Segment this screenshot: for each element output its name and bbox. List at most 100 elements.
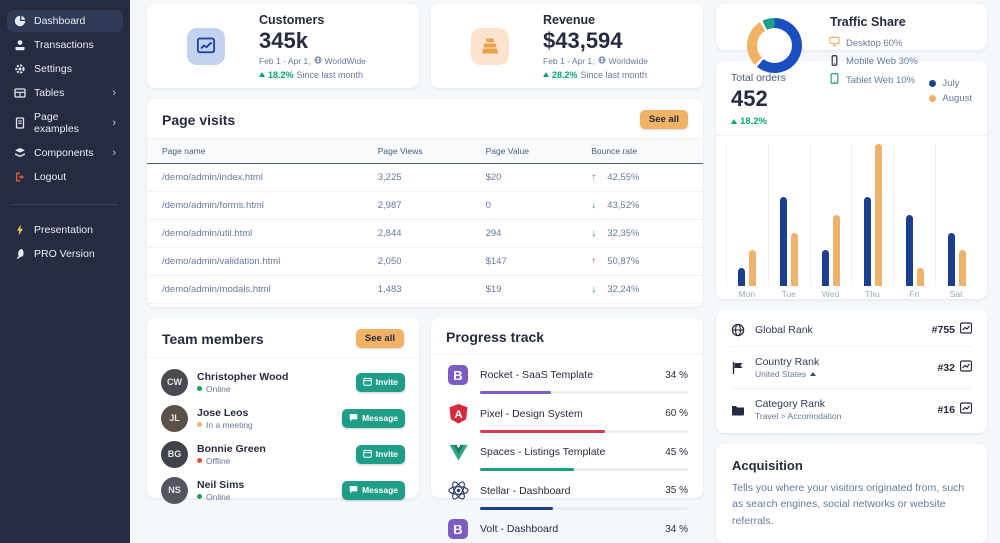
total-orders-title: Total orders: [731, 72, 786, 85]
bar: [780, 197, 788, 287]
team-member-row: NS Neil Sims Online Message: [161, 472, 405, 508]
stat-title: Revenue: [543, 12, 596, 27]
bar: [863, 197, 871, 287]
invite-button[interactable]: Invite: [355, 444, 405, 464]
pie-chart-icon: [14, 15, 26, 27]
status-dot-icon: [197, 458, 202, 463]
sidebar-item-dashboard[interactable]: Dashboard: [7, 10, 123, 32]
page-name-cell: /demo/admin/index.html: [147, 163, 378, 192]
rank-value: #32: [937, 361, 955, 374]
legend-item: August: [929, 93, 972, 104]
message-button[interactable]: Message: [342, 480, 405, 500]
total-orders-card: Total orders 452 18.2% July August Mon Tue…: [716, 61, 987, 300]
team-members-title: Team members: [162, 330, 264, 347]
sidebar-item-presentation[interactable]: Presentation: [7, 219, 123, 241]
globe-icon: [731, 323, 745, 337]
bar: [916, 268, 924, 287]
sidebar-item-logout[interactable]: Logout: [7, 166, 123, 188]
sidebar-item-label: Transactions: [34, 39, 94, 51]
sidebar-item-page-examples[interactable]: Page examples ›: [7, 106, 123, 140]
bounce-rate-cell: ↑ 50,87%: [591, 247, 703, 276]
progress-label: Stellar - Dashboard: [480, 484, 571, 497]
bar-group: [935, 144, 977, 287]
globe-icon: [597, 55, 606, 66]
folder-icon: [731, 403, 745, 417]
rocket-icon: [14, 248, 26, 260]
bounce-rate-cell: ↓ 32,24%: [591, 275, 703, 304]
stat-value: $43,594: [543, 27, 623, 53]
sidebar-item-pro-version[interactable]: PRO Version: [7, 243, 123, 265]
stat-change: 18.2% Since last month: [259, 70, 366, 80]
sidebar-item-tables[interactable]: Tables ›: [7, 82, 123, 104]
customers-card: Customers 345k Feb 1 - Apr 1, WorldWide …: [147, 4, 419, 88]
progress-label: Pixel - Design System: [480, 407, 583, 420]
traffic-legend-item: Desktop 60%: [829, 36, 918, 50]
team-member-row: CW Christopher Wood Online Invite: [161, 364, 405, 400]
see-all-button[interactable]: See all: [639, 110, 688, 129]
stats-chart-icon[interactable]: [959, 360, 973, 375]
table-icon: [14, 87, 26, 99]
logout-icon: [14, 171, 26, 183]
bounce-rate-cell: ↑ 42,55%: [591, 163, 703, 192]
document-icon: [14, 117, 26, 129]
member-name: Jose Leos: [197, 406, 249, 419]
traffic-legend: Desktop 60% Mobile Web 30% Tablet Web 10%: [829, 36, 918, 87]
bar: [738, 268, 746, 287]
progress-percent: 34 %: [665, 369, 688, 381]
status-dot-icon: [197, 422, 202, 427]
progress-row: Stellar - Dashboard 35 %: [446, 479, 688, 510]
calendar-icon: [363, 377, 372, 388]
bounce-rate-cell: ↓ 43,52%: [591, 191, 703, 220]
sidebar-item-label: Logout: [34, 171, 67, 183]
progress-row: B Rocket - SaaS Template 34 %: [446, 363, 688, 394]
stat-change: 28.2% Since last month: [543, 70, 648, 80]
table-row: /demo/admin/modals.html 1,483 $19 ↓ 32,24…: [147, 275, 703, 304]
chart-line-icon: [187, 27, 225, 65]
chat-icon: [349, 485, 358, 496]
rank-sublabel: Travel > Accomodation: [755, 411, 842, 422]
layers-icon: [14, 147, 26, 159]
chevron-right-icon: ›: [112, 146, 116, 159]
rank-value: #755: [931, 323, 955, 336]
x-axis-label: Fri: [909, 289, 920, 300]
stats-chart-icon[interactable]: [959, 322, 973, 337]
stats-chart-icon[interactable]: [959, 402, 973, 417]
see-all-button[interactable]: See all: [355, 329, 404, 348]
traffic-share-title: Traffic Share: [830, 15, 906, 29]
message-button[interactable]: Message: [342, 408, 405, 428]
bar: [905, 215, 913, 287]
sidebar-item-transactions[interactable]: Transactions: [7, 34, 123, 56]
progress-bar: [480, 391, 688, 394]
tablet-icon: [829, 73, 840, 87]
progress-bar: [480, 506, 688, 510]
stat-value: 345k: [259, 27, 308, 53]
progress-label: Spaces - Listings Template: [480, 446, 606, 458]
svg-text:B: B: [453, 368, 462, 383]
sidebar-item-components[interactable]: Components ›: [7, 142, 123, 164]
page-visits-title: Page visits: [162, 111, 236, 128]
bar-group: [851, 144, 893, 287]
country-rank-row: Country Rank United States #32: [731, 347, 973, 390]
sidebar-item-settings[interactable]: Settings: [7, 58, 123, 80]
flag-icon: [731, 361, 745, 375]
page-name-cell: /demo/admin/util.html: [147, 219, 378, 248]
trend-arrow-icon: ↑: [591, 256, 597, 267]
sidebar: Dashboard Transactions Settings Tables ›…: [0, 0, 130, 543]
rank-label: Category Rank: [755, 398, 826, 411]
bar: [822, 250, 830, 287]
page-views-cell: 1,483: [377, 275, 486, 304]
sidebar-item-label: Page examples: [34, 111, 79, 135]
table-row: /demo/admin/index.html 3,225 $20 ↑ 42,55%: [147, 163, 703, 192]
angular-icon: A: [446, 402, 470, 426]
page-value-cell: 294: [485, 219, 592, 248]
progress-row: A Pixel - Design System 60 %: [446, 402, 688, 433]
chevron-right-icon: ›: [112, 116, 116, 129]
progress-percent: 34 %: [665, 523, 688, 535]
legend-dot-icon: [929, 80, 937, 88]
bar-group: [767, 144, 810, 287]
column-header-bounce-rate: Bounce rate: [591, 138, 703, 164]
trend-arrow-icon: ↓: [591, 200, 597, 211]
invite-button[interactable]: Invite: [355, 372, 405, 392]
bar-group: [726, 144, 768, 287]
sidebar-item-label: Settings: [34, 63, 72, 75]
